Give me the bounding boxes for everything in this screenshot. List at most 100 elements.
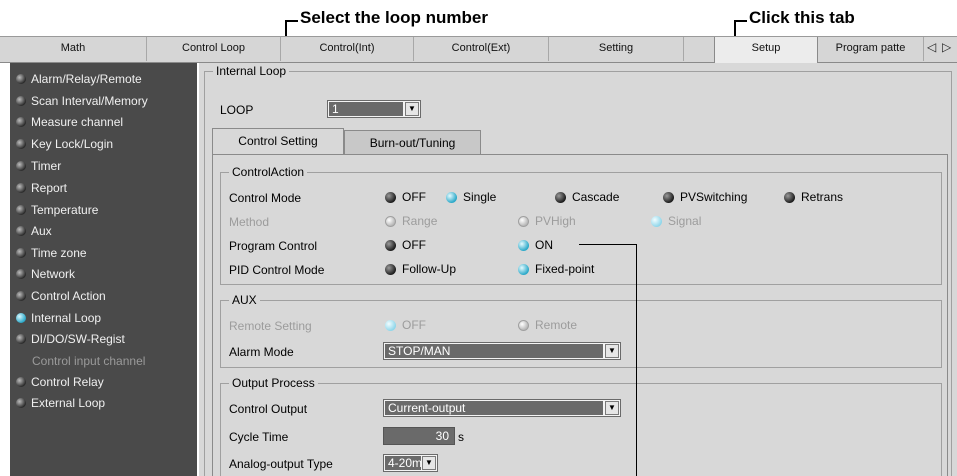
sidebar-item-di-do-sw-regist[interactable]: DI/DO/SW-Regist	[16, 330, 125, 348]
tab-control-ext[interactable]: Control(Ext)	[414, 37, 549, 61]
alarm-mode-label: Alarm Mode	[229, 345, 294, 359]
method-range-radio: Range	[385, 214, 437, 228]
radio-selected-icon	[518, 240, 529, 251]
sidebar-item-control-action[interactable]: Control Action	[16, 287, 106, 305]
aux-title: AUX	[229, 293, 260, 307]
sidebar-item-internal-loop[interactable]: Internal Loop	[16, 309, 101, 327]
callout-click-tab: Click this tab	[749, 8, 855, 27]
tab-control-int[interactable]: Control(Int)	[281, 37, 414, 61]
pid-fixed-point-radio[interactable]: Fixed-point	[518, 262, 594, 276]
pid-follow-up-radio[interactable]: Follow-Up	[385, 262, 456, 276]
sidebar-item-label: DI/DO/SW-Regist	[31, 332, 125, 346]
sidebar-radio-icon	[16, 334, 26, 344]
sidebar-item-scan-interval-memory[interactable]: Scan Interval/Memory	[16, 92, 148, 110]
sidebar-item-label: External Loop	[31, 396, 106, 410]
tab-scroll-right-icon[interactable]: ▷	[942, 40, 951, 54]
sidebar-radio-icon	[16, 205, 26, 215]
method-pvhigh-radio: PVHigh	[518, 214, 576, 228]
sidebar-item-label: Alarm/Relay/Remote	[31, 72, 142, 86]
control-output-select[interactable]: Current-output ▼	[383, 399, 621, 417]
chevron-down-icon[interactable]: ▼	[422, 456, 436, 470]
radio-label: OFF	[402, 238, 426, 252]
sidebar-radio-icon	[16, 74, 26, 84]
tab-setup[interactable]: Setup	[714, 37, 818, 63]
remote-off-radio: OFF	[385, 318, 426, 332]
control-mode-label: Control Mode	[229, 191, 302, 205]
method-label: Method	[229, 215, 270, 229]
radio-selected-icon	[446, 192, 457, 203]
radio-label: Remote	[535, 318, 578, 332]
sidebar-item-label: Report	[31, 181, 68, 195]
sidebar-item-label: Control input channel	[32, 354, 146, 368]
chevron-down-icon[interactable]: ▼	[405, 102, 419, 116]
remote-setting-label: Remote Setting	[229, 319, 312, 333]
analog-output-type-label: Analog-output Type	[229, 457, 333, 471]
sidebar-item-label: Aux	[31, 224, 52, 238]
callout-select-loop: Select the loop number	[300, 8, 488, 27]
sidebar-item-external-loop[interactable]: External Loop	[16, 394, 105, 412]
sidebar-item-label: Key Lock/Login	[31, 137, 114, 151]
analog-output-type-select[interactable]: 4-20mA ▼	[383, 454, 438, 472]
sidebar-item-measure-channel[interactable]: Measure channel	[16, 113, 123, 131]
program-control-label: Program Control	[229, 239, 318, 253]
sidebar-radio-icon	[16, 269, 26, 279]
sidebar-radio-icon	[16, 377, 26, 387]
sidebar-item-network[interactable]: Network	[16, 265, 75, 283]
cycle-time-input[interactable]: 30	[383, 427, 455, 445]
sidebar-item-temperature[interactable]: Temperature	[16, 201, 98, 219]
radio-selected-icon	[518, 264, 529, 275]
radio-label: OFF	[402, 190, 426, 204]
sidebar-item-aux[interactable]: Aux	[16, 222, 52, 240]
method-signal-radio: Signal	[651, 214, 701, 228]
sidebar: Alarm/Relay/Remote Scan Interval/Memory …	[10, 63, 197, 476]
pid-control-mode-label: PID Control Mode	[229, 263, 325, 277]
radio-label: Cascade	[572, 190, 620, 204]
radio-disabled-icon	[518, 216, 529, 227]
sidebar-item-report[interactable]: Report	[16, 179, 67, 197]
sidebar-item-time-zone[interactable]: Time zone	[16, 244, 87, 262]
sidebar-radio-icon	[16, 183, 26, 193]
loop-select[interactable]: 1 ▼	[327, 100, 421, 118]
main-panel: Internal Loop LOOP 1 ▼ Control Setting B…	[199, 63, 957, 476]
control-mode-off-radio[interactable]: OFF	[385, 190, 426, 204]
sidebar-radio-icon	[16, 117, 26, 127]
control-output-label: Control Output	[229, 402, 308, 416]
sidebar-radio-icon	[16, 291, 26, 301]
alarm-mode-select[interactable]: STOP/MAN ▼	[383, 342, 621, 360]
sidebar-item-label: Control Relay	[31, 375, 104, 389]
program-control-off-radio[interactable]: OFF	[385, 238, 426, 252]
tab-program-pattern[interactable]: Program patte	[818, 37, 924, 61]
control-mode-cascade-radio[interactable]: Cascade	[555, 190, 619, 204]
program-control-on-radio[interactable]: ON	[518, 238, 553, 252]
sidebar-item-alarm-relay-remote[interactable]: Alarm/Relay/Remote	[16, 70, 142, 88]
control-mode-retrans-radio[interactable]: Retrans	[784, 190, 843, 204]
sidebar-item-label: Internal Loop	[31, 311, 102, 325]
tab-scroll-left-icon[interactable]: ◁	[927, 40, 936, 54]
control-mode-single-radio[interactable]: Single	[446, 190, 496, 204]
output-process-title: Output Process	[229, 376, 318, 390]
tab-math[interactable]: Math	[0, 37, 147, 61]
radio-icon	[784, 192, 795, 203]
radio-icon	[385, 240, 396, 251]
sidebar-item-label: Scan Interval/Memory	[31, 94, 148, 108]
sidebar-item-key-lock-login[interactable]: Key Lock/Login	[16, 135, 113, 153]
tab-control-setting[interactable]: Control Setting	[212, 128, 344, 155]
chevron-down-icon[interactable]: ▼	[605, 344, 619, 358]
radio-icon	[385, 264, 396, 275]
sidebar-radio-selected-icon	[16, 313, 26, 323]
chevron-down-icon[interactable]: ▼	[605, 401, 619, 415]
radio-disabled-selected-icon	[385, 320, 396, 331]
radio-label: ON	[535, 238, 553, 252]
radio-icon	[663, 192, 674, 203]
sidebar-item-control-relay[interactable]: Control Relay	[16, 373, 104, 391]
radio-icon	[555, 192, 566, 203]
radio-icon	[385, 192, 396, 203]
sidebar-item-control-input-channel: Control input channel	[16, 352, 145, 370]
sidebar-item-timer[interactable]: Timer	[16, 157, 61, 175]
alarm-mode-value: STOP/MAN	[388, 344, 451, 358]
tab-burnout-tuning[interactable]: Burn-out/Tuning	[344, 130, 481, 155]
control-mode-pvswitching-radio[interactable]: PVSwitching	[663, 190, 747, 204]
tab-setting[interactable]: Setting	[549, 37, 684, 61]
tab-control-loop[interactable]: Control Loop	[147, 37, 281, 61]
pointer-line-v	[636, 244, 637, 476]
